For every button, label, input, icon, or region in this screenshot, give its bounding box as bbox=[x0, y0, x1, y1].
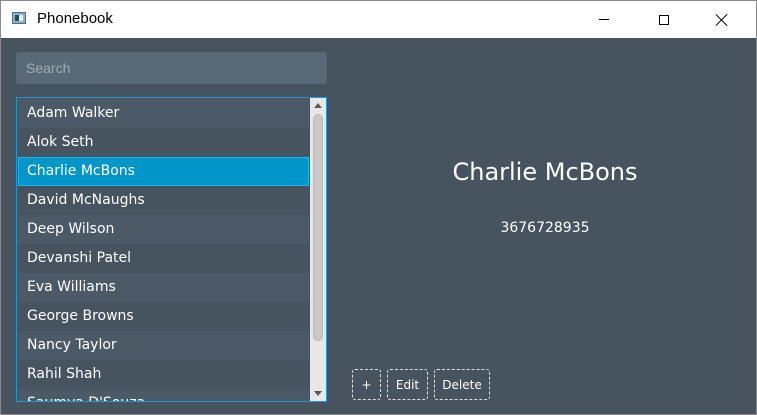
window-title: Phonebook bbox=[37, 10, 113, 27]
edit-button[interactable]: Edit bbox=[387, 369, 428, 400]
list-item[interactable]: David McNaughs bbox=[18, 186, 309, 215]
contact-phone: 3676728935 bbox=[500, 220, 590, 236]
phonebook-app-icon bbox=[12, 12, 26, 24]
list-item[interactable]: Saumya D'Souza bbox=[18, 389, 309, 401]
add-button[interactable]: + bbox=[352, 369, 381, 400]
list-item[interactable]: Alok Seth bbox=[18, 128, 309, 157]
list-item[interactable]: Rahil Shah bbox=[18, 360, 309, 389]
close-button[interactable] bbox=[699, 1, 745, 38]
list-item[interactable]: Nancy Taylor bbox=[18, 331, 309, 360]
list-scrollbar[interactable] bbox=[310, 98, 326, 401]
maximize-icon bbox=[659, 14, 669, 25]
search-input[interactable] bbox=[16, 52, 327, 84]
list-item-selected[interactable]: Charlie McBons bbox=[18, 157, 309, 186]
minimize-button[interactable] bbox=[581, 1, 627, 38]
delete-button[interactable]: Delete bbox=[434, 369, 490, 400]
close-icon bbox=[715, 13, 729, 27]
scroll-thumb[interactable] bbox=[313, 114, 323, 341]
phonebook-window: Phonebook Adam Walker Alok Seth Charlie … bbox=[0, 0, 757, 415]
minimize-icon bbox=[599, 19, 609, 20]
title-bar: Phonebook bbox=[1, 1, 756, 38]
maximize-button[interactable] bbox=[641, 1, 687, 38]
scroll-down-arrow-icon[interactable] bbox=[314, 391, 322, 396]
list-item[interactable]: Eva Williams bbox=[18, 273, 309, 302]
scroll-up-arrow-icon[interactable] bbox=[314, 103, 322, 108]
list-item[interactable]: George Browns bbox=[18, 302, 309, 331]
main-content: Adam Walker Alok Seth Charlie McBons Dav… bbox=[1, 38, 756, 414]
list-item[interactable]: Adam Walker bbox=[18, 99, 309, 128]
list-item[interactable]: Deep Wilson bbox=[18, 215, 309, 244]
contact-name: Charlie McBons bbox=[452, 158, 638, 186]
list-item[interactable]: Devanshi Patel bbox=[18, 244, 309, 273]
contact-list[interactable]: Adam Walker Alok Seth Charlie McBons Dav… bbox=[16, 97, 327, 402]
